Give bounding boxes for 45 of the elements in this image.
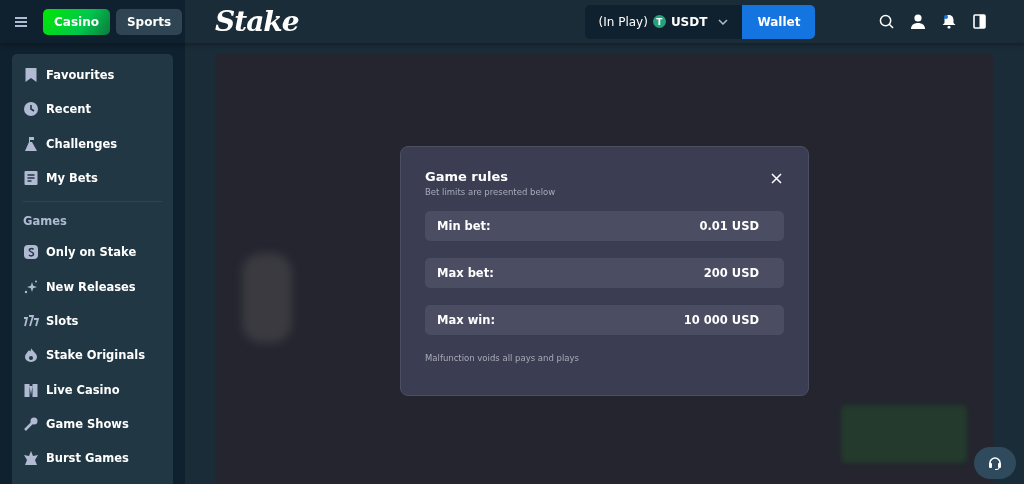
dialog-title: Game rules [425,169,509,184]
limit-value: 10 000 USD [683,313,759,327]
section-tab[interactable]: Sports [115,8,183,35]
limit-label: Max win: [437,313,495,327]
sidebar-item[interactable]: Stake Originals [18,338,167,373]
close-icon[interactable] [769,171,784,186]
limit-value: 0.01 USD [699,219,759,233]
search-icon[interactable] [879,14,894,29]
currency-selector[interactable]: (In Play) T USDT [584,4,743,39]
caret-icon [718,18,729,25]
dialog-subtitle: Bet limits are presented below [425,187,556,197]
sidebar-item[interactable]: New Releases [18,269,167,304]
burst-icon [23,451,39,466]
sidebar-item[interactable]: Burst Games [18,440,167,476]
sidebar-item[interactable]: Only on Stake [18,235,167,270]
sidebar-item[interactable]: Recent [18,92,167,127]
sparkle-icon [23,279,39,294]
flame-icon [23,348,39,363]
playing-cards-icon [23,382,39,397]
headset-icon [988,456,1002,470]
user-icon[interactable] [911,14,925,29]
bookmark-icon [23,68,39,83]
sidebar-item[interactable]: Challenges [18,126,167,161]
section-heading: Games [22,213,68,231]
limit-label: Max bet: [437,266,494,280]
sidebar-item[interactable]: Live Casino [18,372,167,407]
sidebar-toggle-icon[interactable] [973,14,986,29]
badge-icon [23,245,39,260]
microphone-icon [23,416,39,431]
receipt-icon [23,171,39,186]
wallet-button[interactable]: Wallet [742,4,816,39]
disclaimer-text: Malfunction voids all pays and plays [425,353,580,363]
flag-pyramid-icon [23,136,39,151]
sidebar-item[interactable]: Game Shows [18,406,167,441]
menu-icon[interactable] [15,15,27,28]
sevens-icon [23,314,39,327]
limit-value: 200 USD [703,266,759,280]
sidebar-item[interactable]: Slots [18,303,167,339]
logo[interactable]: Stake [215,5,299,38]
clock-icon [23,102,39,117]
sidebar-item[interactable]: My Bets [18,160,167,196]
bell-icon[interactable] [942,14,956,29]
sidebar-item[interactable]: Favourites [18,58,167,93]
limit-label: Min bet: [437,219,491,233]
support-button[interactable] [974,447,1016,479]
